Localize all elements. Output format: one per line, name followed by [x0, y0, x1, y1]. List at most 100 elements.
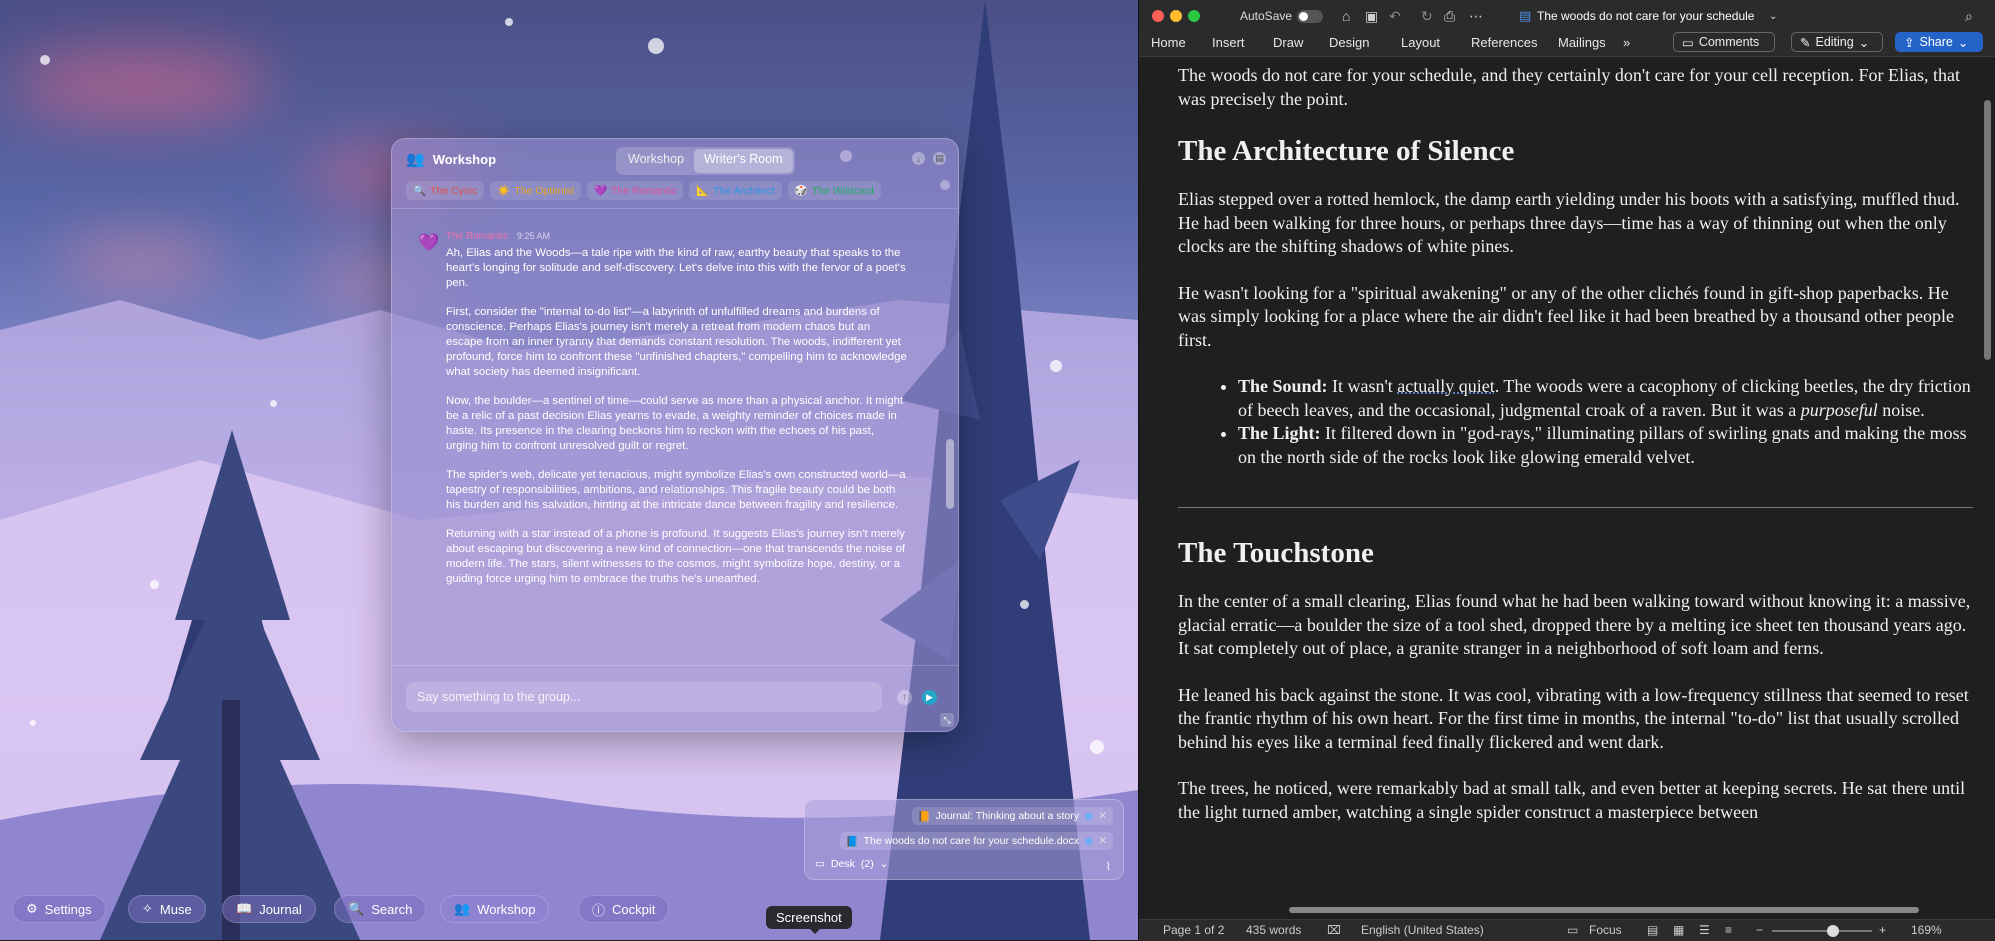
focus-mode-button[interactable]: Focus: [1589, 923, 1622, 937]
search-icon[interactable]: ⌕: [1965, 8, 1973, 25]
bullet-label: The Light:: [1238, 423, 1321, 443]
document-title[interactable]: The woods do not care for your schedule: [1537, 9, 1754, 23]
undo-icon[interactable]: ↶: [1389, 8, 1401, 25]
zoom-out-icon[interactable]: −: [1756, 923, 1763, 937]
eye-icon[interactable]: ◉: [1084, 835, 1093, 847]
dock-cockpit-button[interactable]: ⓘ Cockpit: [578, 895, 670, 923]
ribbon-tab-insert[interactable]: Insert: [1212, 35, 1245, 50]
doc-paragraph: He leaned his back against the stone. It…: [1178, 684, 1969, 752]
ribbon-tab-mailings[interactable]: Mailings: [1558, 35, 1606, 50]
snowflake: [30, 720, 36, 726]
dock-settings-button[interactable]: ⚙ Settings: [12, 895, 106, 923]
eye-icon[interactable]: ◉: [1084, 810, 1093, 822]
arrow-up-icon[interactable]: ↑: [897, 690, 912, 705]
message-paragraph: Ah, Elias and the Woods—a tale ripe with…: [446, 247, 906, 289]
bullet-italic-text: purposeful: [1800, 399, 1878, 420]
persona-chip-cynic[interactable]: 🔍 The Cynic: [406, 181, 485, 200]
gear-icon: ⚙: [26, 901, 38, 916]
share-button[interactable]: ⇪ Share ⌄: [1895, 32, 1983, 52]
dock-workshop-button[interactable]: 👥 Workshop: [440, 895, 550, 923]
tab-workshop[interactable]: Workshop: [618, 149, 694, 173]
close-icon[interactable]: ✕: [1098, 835, 1107, 847]
tab-writers-room[interactable]: Writer's Room: [694, 149, 793, 173]
outline-view-icon[interactable]: ☰: [1699, 923, 1710, 937]
ribbon-tab-design[interactable]: Design: [1329, 35, 1369, 50]
bullet-text: It filtered down in "god-rays," illumina…: [1238, 423, 1967, 467]
snowflake: [270, 400, 277, 407]
save-icon[interactable]: ▣: [1365, 8, 1378, 25]
message-paragraph: First, consider the "internal to-do list…: [446, 306, 907, 378]
redo-icon[interactable]: ↻: [1421, 8, 1433, 25]
status-bar: Page 1 of 2 435 words ⌧ English (United …: [1139, 919, 1995, 941]
ribbon-tab-references[interactable]: References: [1471, 35, 1537, 50]
spellcheck-flagged-text[interactable]: actually quiet: [1397, 376, 1494, 396]
ribbon-more-tabs[interactable]: »: [1623, 35, 1630, 50]
snowflake: [1090, 740, 1104, 754]
send-button[interactable]: ▶: [922, 690, 937, 705]
minimize-window-button[interactable]: [1170, 10, 1182, 22]
message-scrollbar[interactable]: [946, 439, 954, 509]
persona-label: The Architect: [713, 184, 775, 197]
horizontal-scrollbar[interactable]: [1289, 907, 1919, 913]
more-icon[interactable]: ⋯: [1469, 8, 1483, 25]
language-indicator[interactable]: English (United States): [1361, 923, 1484, 937]
zoom-slider[interactable]: [1772, 925, 1872, 937]
snowflake: [505, 18, 513, 26]
desk-item-document[interactable]: 📘 The woods do not care for your schedul…: [839, 832, 1113, 850]
comments-button[interactable]: ▭ Comments: [1673, 32, 1775, 52]
group-message-input[interactable]: [406, 682, 882, 712]
dock-search-button[interactable]: 🔍 Search: [334, 895, 427, 923]
snowflake: [40, 55, 50, 65]
persona-chip-romantic[interactable]: 💜 The Romantic: [586, 181, 684, 200]
print-layout-icon[interactable]: ▤: [1647, 923, 1658, 937]
editing-mode-button[interactable]: ✎ Editing ⌄: [1791, 32, 1883, 52]
home-icon[interactable]: ⌂: [1342, 8, 1350, 24]
dock-journal-button[interactable]: 📖 Journal: [222, 895, 316, 923]
message-paragraph: The spider's web, delicate yet tenacious…: [446, 469, 906, 511]
page-indicator[interactable]: Page 1 of 2: [1163, 923, 1224, 937]
close-icon[interactable]: ✕: [1098, 810, 1107, 822]
message-paragraph: Returning with a star instead of a phone…: [446, 528, 906, 585]
message-author: The Romantic: [446, 231, 509, 242]
document-body[interactable]: The woods do not care for your schedule,…: [1178, 64, 1973, 847]
bullet-text: noise.: [1877, 399, 1925, 420]
chevron-down-icon[interactable]: ⌄: [1769, 11, 1777, 22]
message-body: Ah, Elias and the Woods—a tale ripe with…: [446, 246, 908, 601]
word-count[interactable]: 435 words: [1246, 923, 1301, 937]
web-layout-icon[interactable]: ▦: [1673, 923, 1684, 937]
ribbon-tab-home[interactable]: Home: [1151, 35, 1186, 50]
resize-handle-icon[interactable]: ⤡: [940, 713, 954, 727]
share-label: Share: [1919, 35, 1953, 49]
zoom-in-icon[interactable]: +: [1879, 923, 1886, 937]
vertical-scrollbar[interactable]: [1984, 100, 1991, 360]
download-icon[interactable]: ↓: [912, 152, 925, 165]
close-window-button[interactable]: [1152, 10, 1164, 22]
autosave-toggle[interactable]: [1297, 10, 1323, 23]
zoom-level[interactable]: 169%: [1911, 923, 1942, 937]
dock-muse-button[interactable]: ✧ Muse: [128, 895, 206, 923]
zoom-slider-thumb[interactable]: [1827, 925, 1839, 937]
persona-chip-wildcard[interactable]: 🎲 The Wildcard: [787, 181, 881, 200]
sun-icon: ☀️: [497, 185, 511, 197]
persona-chip-architect[interactable]: 📐 The Architect: [689, 181, 782, 200]
ribbon-tab-layout[interactable]: Layout: [1401, 35, 1440, 50]
proofing-icon[interactable]: ⌧: [1327, 923, 1341, 937]
print-icon[interactable]: ⎙: [1444, 8, 1455, 25]
message-list[interactable]: 💜 The Romantic 9:25 AM Ah, Elias and the…: [392, 217, 958, 665]
desk-item-journal[interactable]: 📙 Journal: Thinking about a story ◉ ✕: [911, 807, 1113, 825]
paperclip-icon[interactable]: ⌇: [1106, 860, 1111, 873]
desk-item-label: Journal: Thinking about a story: [935, 810, 1080, 822]
focus-icon[interactable]: ▭: [1567, 923, 1578, 937]
draft-view-icon[interactable]: ≡: [1725, 923, 1732, 937]
chevron-down-icon: ⌄: [1858, 35, 1870, 50]
trash-icon[interactable]: ▤: [933, 152, 946, 165]
book-icon: 📙: [917, 810, 931, 823]
zoom-window-button[interactable]: [1188, 10, 1200, 22]
persona-chip-optimist[interactable]: ☀️ The Optimist: [490, 181, 581, 200]
heart-icon: 💜: [418, 233, 440, 252]
desk-toggle[interactable]: ▭ Desk (2) ⌄: [815, 858, 889, 870]
ribbon-tab-draw[interactable]: Draw: [1273, 35, 1303, 50]
workshop-window: 👥 Workshop Workshop Writer's Room ↓ ▤ 🔍 T…: [391, 138, 959, 732]
bullet-label: The Sound:: [1238, 376, 1328, 396]
composer: ↑ ▶: [392, 665, 958, 731]
